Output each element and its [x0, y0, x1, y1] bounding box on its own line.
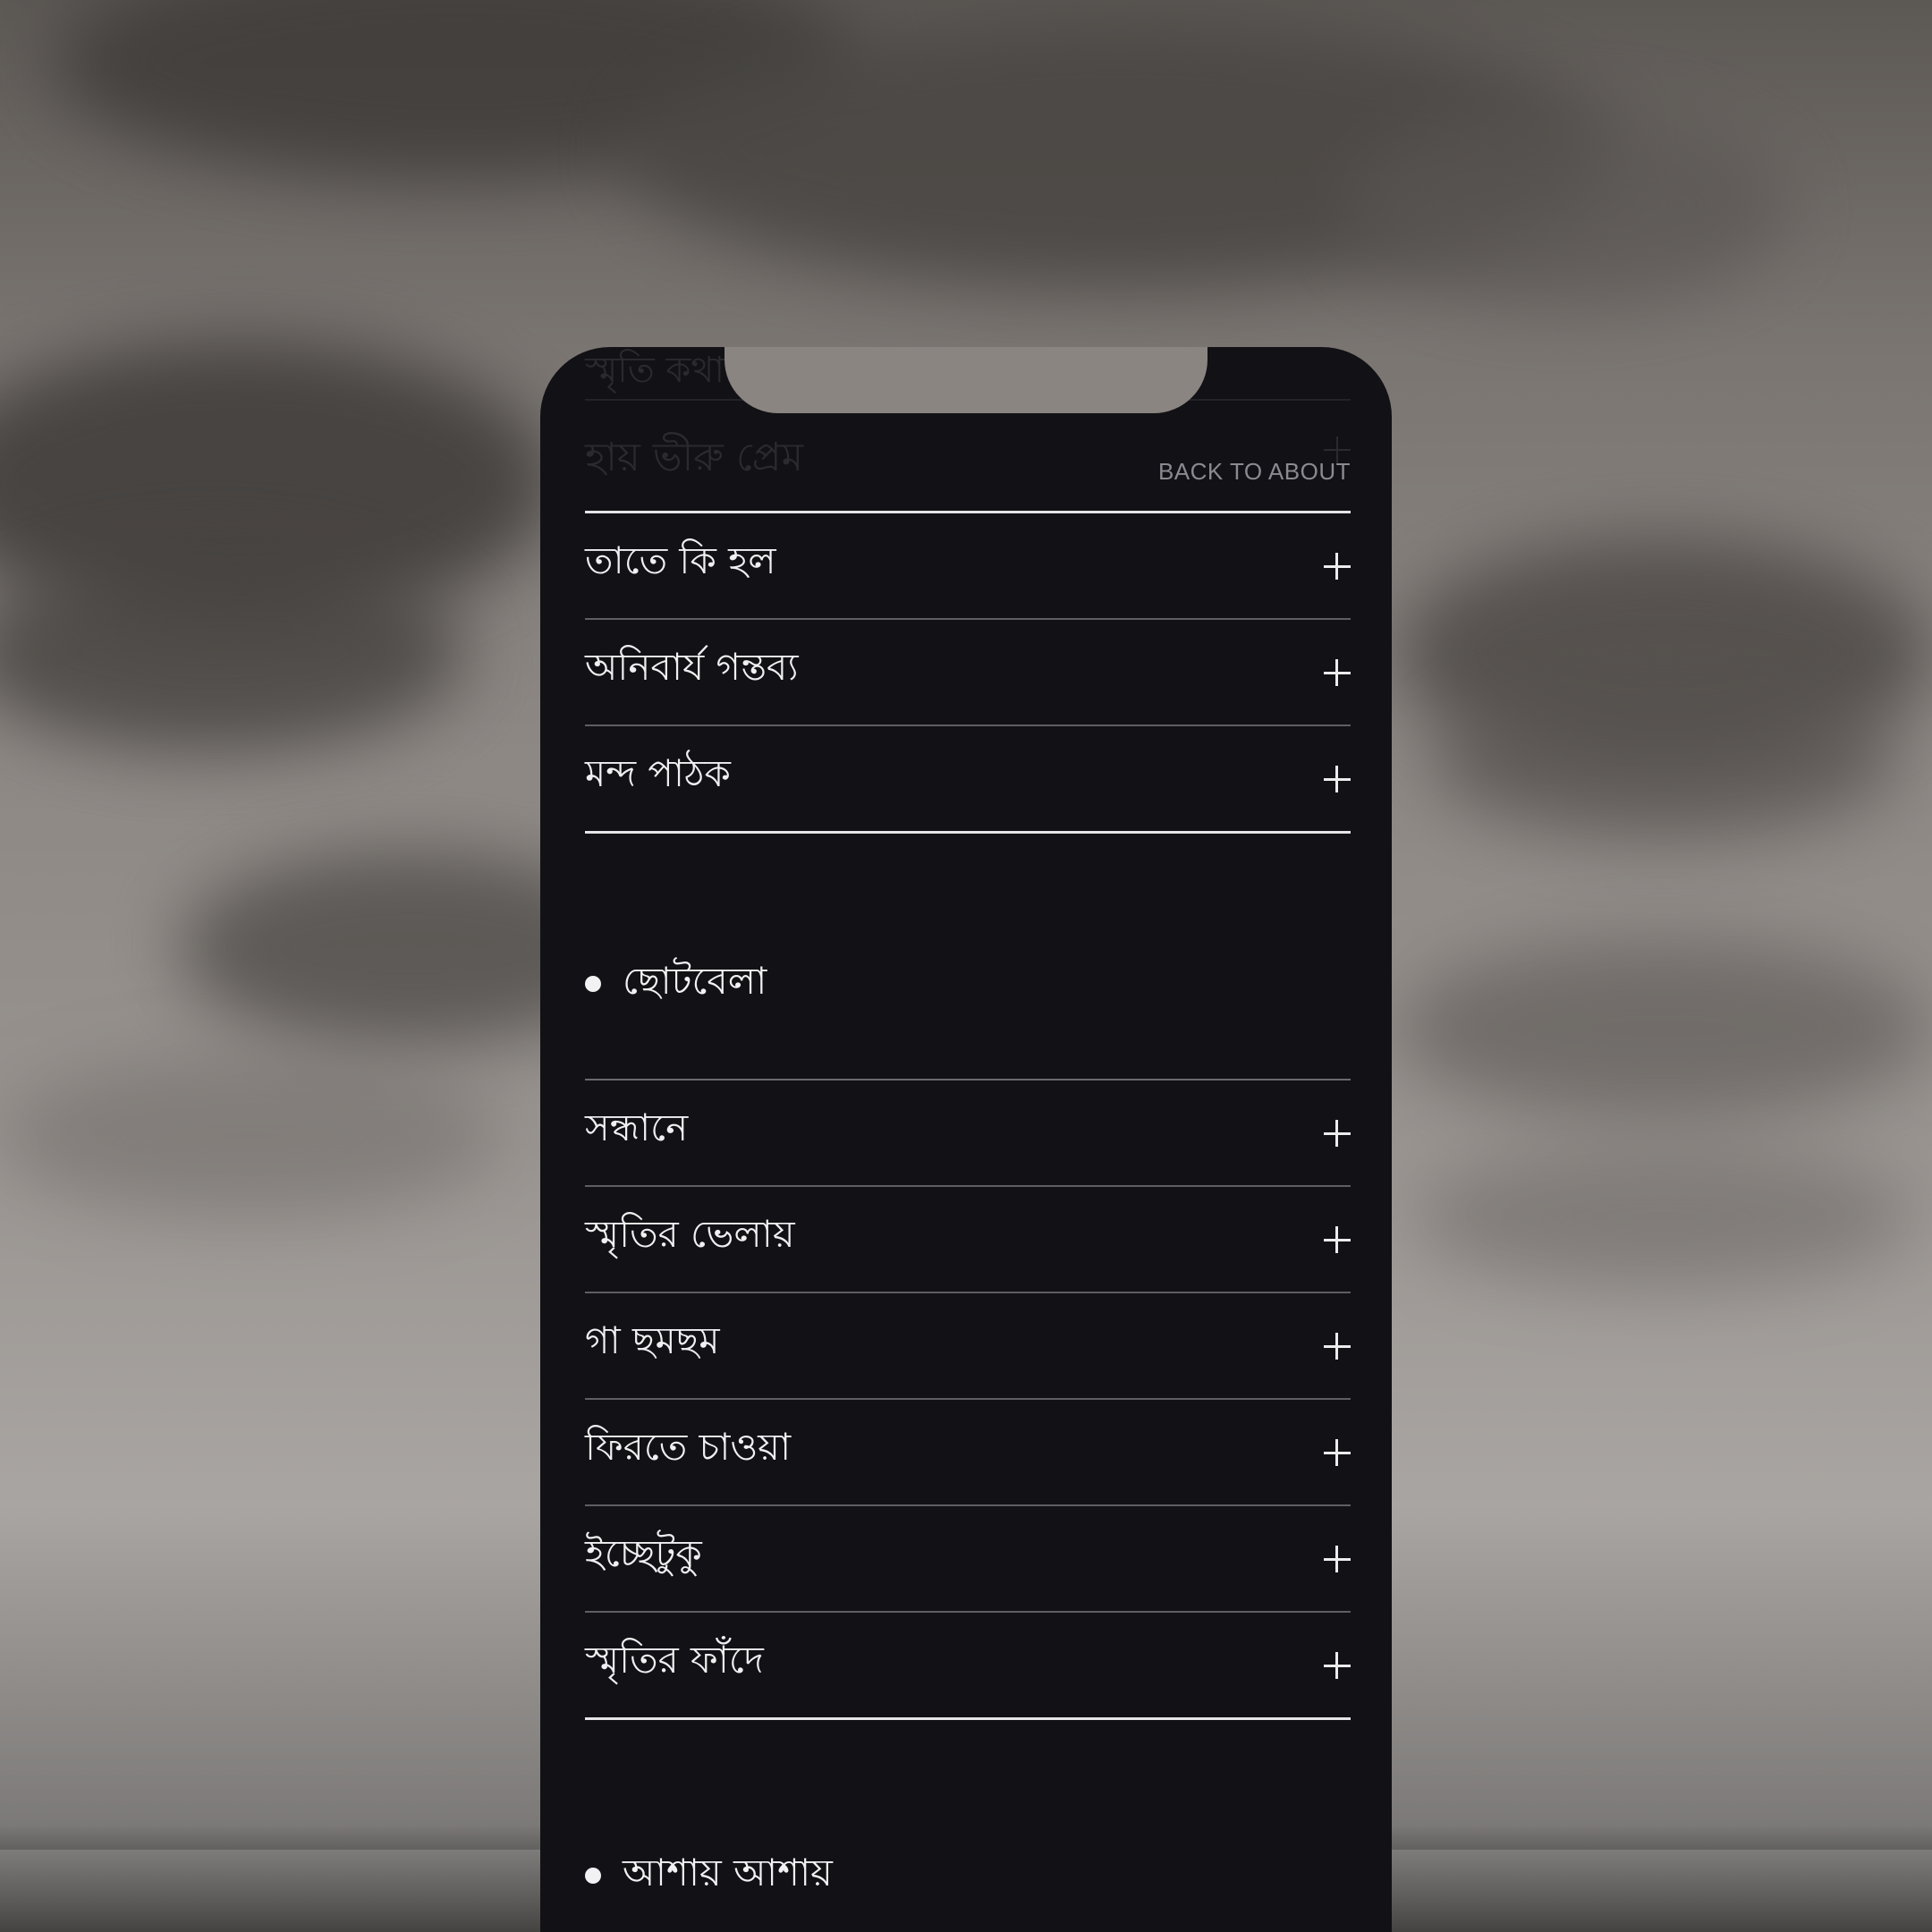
poem-list-section-1: তাতে কি হল অনিবার্য গন্তব্য মন্দ পাঠক: [585, 511, 1351, 834]
background-scene: স্মৃতি কথা হায় ভীরু প্রেম BACK TO ABOUT…: [0, 0, 1932, 1932]
cloud-shape: [0, 1055, 501, 1216]
list-item-label: তাতে কি হল: [585, 538, 776, 582]
list-item-label: স্মৃতির ফাঁদে: [585, 1637, 764, 1682]
list-item[interactable]: ফিরতে চাওয়া: [585, 1400, 1351, 1506]
plus-icon[interactable]: [1324, 765, 1351, 792]
cloud-shape: [1431, 680, 1896, 841]
list-item-label: ইচ্ছেটুকু: [585, 1530, 702, 1575]
list-item[interactable]: গা ছমছম: [585, 1293, 1351, 1400]
list-item[interactable]: স্মৃতির ফাঁদে: [585, 1613, 1351, 1720]
list-item-label: ফিরতে চাওয়া: [585, 1424, 792, 1469]
cloud-shape: [1413, 1145, 1914, 1288]
cloud-shape: [1342, 107, 1789, 304]
plus-icon[interactable]: [1324, 1225, 1351, 1253]
plus-icon[interactable]: [1324, 658, 1351, 686]
plus-icon[interactable]: [1324, 1438, 1351, 1466]
plus-icon[interactable]: [1324, 1119, 1351, 1147]
phone-notch: [724, 347, 1208, 413]
plus-icon[interactable]: [1324, 1651, 1351, 1679]
list-item-label: অনিবার্য গন্তব্য: [585, 644, 799, 689]
section-heading: ছোটবেলা: [585, 952, 767, 1015]
poem-list-section-2: সন্ধানে স্মৃতির ভেলায় গা ছমছম ফিরতে চাও…: [585, 1080, 1351, 1720]
list-item[interactable]: মন্দ পাঠক: [585, 726, 1351, 834]
plus-icon[interactable]: [1324, 552, 1351, 580]
section-heading: আশায় আশায়: [585, 1843, 833, 1907]
plus-icon[interactable]: [1324, 1332, 1351, 1360]
bullet-dot-icon: [585, 1867, 601, 1884]
cloud-shape: [0, 555, 465, 751]
list-item-label: সন্ধানে: [585, 1105, 689, 1149]
cloud-shape: [1395, 939, 1932, 1118]
list-item-label: গা ছমছম: [585, 1318, 720, 1362]
section-heading-label: আশায় আশায়: [623, 1851, 833, 1894]
plus-icon[interactable]: [1324, 1545, 1351, 1572]
phone-screen[interactable]: স্মৃতি কথা হায় ভীরু প্রেম BACK TO ABOUT…: [540, 347, 1392, 1932]
list-item[interactable]: তাতে কি হল: [585, 513, 1351, 620]
list-item-label: মন্দ পাঠক: [585, 750, 731, 795]
back-to-about-link[interactable]: BACK TO ABOUT: [1158, 458, 1351, 486]
list-item-label: স্মৃতির ভেলায়: [585, 1211, 795, 1256]
list-item[interactable]: সন্ধানে: [585, 1080, 1351, 1187]
section-heading-label: ছোটবেলা: [623, 959, 767, 1003]
bullet-dot-icon: [585, 975, 601, 992]
list-item[interactable]: অনিবার্য গন্তব্য: [585, 620, 1351, 726]
list-item[interactable]: ইচ্ছেটুকু: [585, 1506, 1351, 1613]
list-item[interactable]: স্মৃতির ভেলায়: [585, 1187, 1351, 1293]
